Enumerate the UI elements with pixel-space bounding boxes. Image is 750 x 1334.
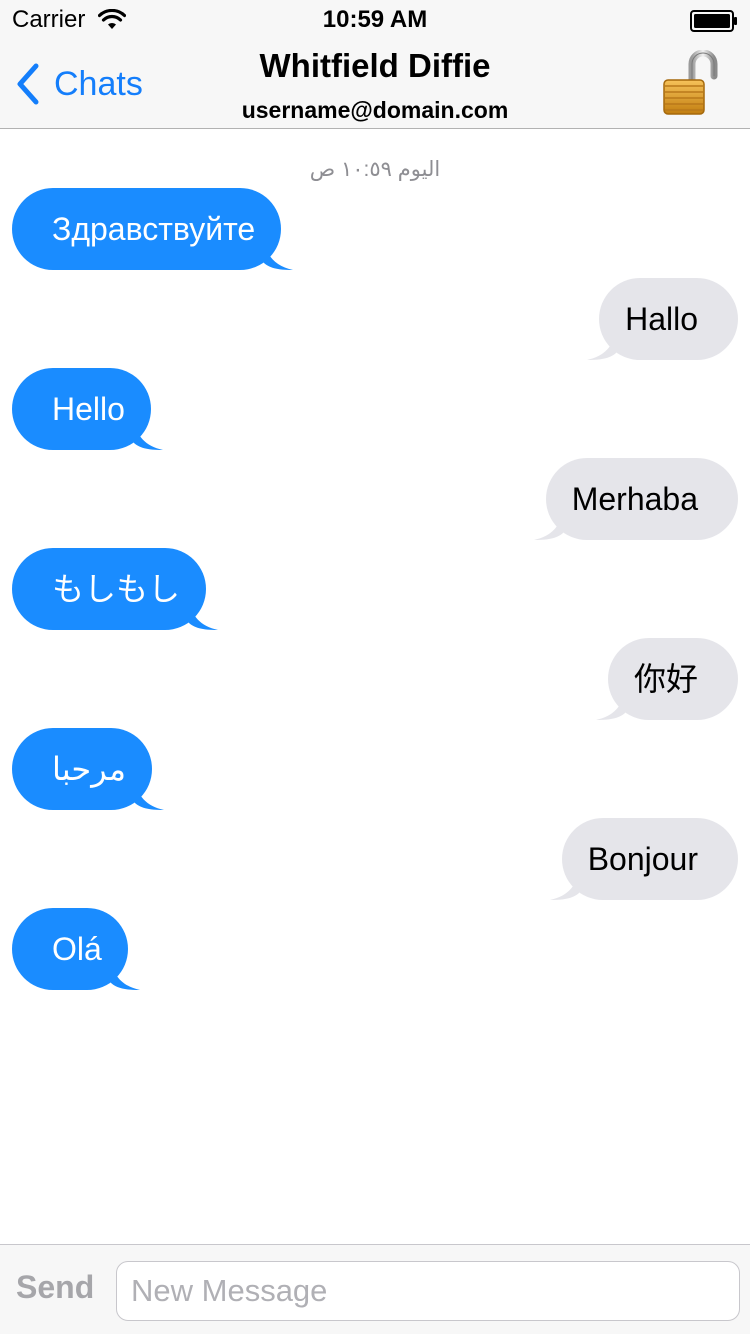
message-text: Olá	[52, 931, 102, 967]
bubble-tail-icon	[587, 330, 618, 360]
chat-transcript[interactable]: اليوم ١٠:٥٩ ص Здравствуйте Hallo Hello M…	[0, 129, 750, 1244]
status-time: 10:59 AM	[322, 6, 428, 33]
message-text: مرحبا	[52, 751, 126, 787]
bubble-tail-icon	[132, 420, 163, 450]
conversation-subtitle: username@domain.com	[241, 97, 509, 123]
navigation-bar: Chats Whitfield Diffie username@domain.c…	[0, 40, 750, 129]
bubble-tail-icon	[533, 510, 564, 540]
unlocked-padlock-icon[interactable]	[660, 50, 720, 116]
status-bar: Carrier 10:59 AM	[0, 0, 750, 40]
message-text: Bonjour	[587, 841, 698, 877]
message-text: Merhaba	[571, 481, 698, 517]
outgoing-message-bubble[interactable]: Bonjour	[549, 818, 738, 900]
message-text: 你好	[633, 661, 698, 697]
new-message-input[interactable]	[116, 1261, 740, 1321]
message-text: Hallo	[625, 301, 698, 337]
bubble-tail-icon	[549, 870, 580, 900]
incoming-message-bubble[interactable]: مرحبا	[12, 728, 164, 810]
battery-icon	[690, 10, 737, 32]
conversation-title: Whitfield Diffie	[259, 47, 491, 84]
message-text: Здравствуйте	[52, 211, 256, 247]
incoming-message-bubble[interactable]: もしもし	[12, 548, 219, 630]
bubble-tail-icon	[109, 960, 140, 990]
outgoing-message-bubble[interactable]: Hallo	[587, 278, 738, 360]
outgoing-message-bubble[interactable]: Merhaba	[533, 458, 738, 540]
send-button[interactable]: Send	[16, 1267, 94, 1307]
bubble-tail-icon	[595, 690, 626, 720]
message-input-bar: Send	[0, 1244, 750, 1334]
outgoing-message-bubble[interactable]: 你好	[595, 638, 738, 720]
bubble-tail-icon	[133, 780, 164, 810]
message-text: Hello	[52, 391, 125, 427]
message-text: もしもし	[52, 571, 181, 607]
incoming-message-bubble[interactable]: Здравствуйте	[12, 188, 294, 270]
message-timestamp: اليوم ١٠:٥٩ ص	[309, 158, 441, 181]
bubble-tail-icon	[263, 240, 294, 270]
incoming-message-bubble[interactable]: Olá	[12, 908, 140, 990]
incoming-message-bubble[interactable]: Hello	[12, 368, 163, 450]
bubble-tail-icon	[188, 600, 219, 630]
